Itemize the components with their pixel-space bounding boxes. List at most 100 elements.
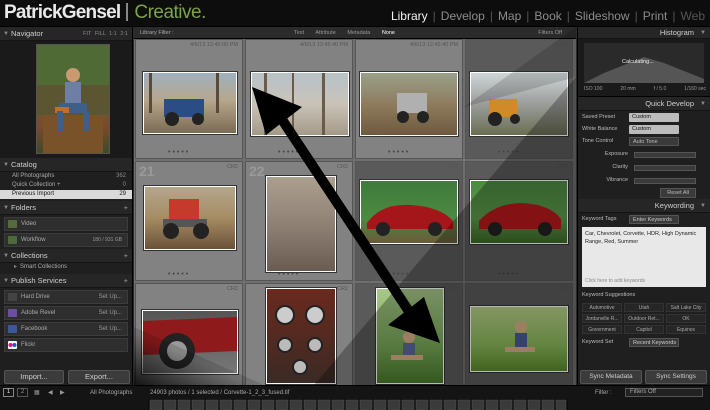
folder-item-label: Video bbox=[21, 221, 37, 227]
publish-item-facebook[interactable]: Facebook Set Up... bbox=[4, 322, 128, 336]
quick-develop-header[interactable]: Quick Develop ▼ bbox=[578, 97, 710, 111]
expand-triangle-icon: ▸ bbox=[14, 264, 18, 270]
publish-item-adobe-revel[interactable]: Adobe Revel Set Up... bbox=[4, 306, 128, 320]
import-button[interactable]: Import... bbox=[4, 370, 64, 384]
keyword-suggestion[interactable]: Outdoor Ret... bbox=[624, 314, 664, 323]
keyword-suggestions-grid: Automotive Utah Salt Lake City Jordanvil… bbox=[582, 303, 706, 334]
keyword-set-dropdown[interactable]: Recent Keywords bbox=[629, 338, 679, 347]
filter-attribute[interactable]: Attribute bbox=[315, 30, 335, 36]
exposure-buttons[interactable] bbox=[634, 152, 696, 158]
auto-tone-button[interactable]: Auto Tone bbox=[629, 137, 679, 146]
add-keywords-field[interactable]: Click here to add keywords bbox=[582, 278, 706, 287]
module-map[interactable]: Map bbox=[493, 9, 526, 23]
catalog-header[interactable]: ▼ Catalog bbox=[0, 158, 132, 172]
module-slideshow[interactable]: Slideshow bbox=[570, 9, 635, 23]
keyword-suggestion[interactable]: OK bbox=[666, 314, 706, 323]
folders-header[interactable]: ▼ Folders + bbox=[0, 201, 132, 215]
filter-none[interactable]: None bbox=[382, 30, 395, 36]
collections-header[interactable]: ▼ Collections + bbox=[0, 249, 132, 263]
publish-setup-link[interactable]: Set Up... bbox=[99, 291, 122, 303]
module-print[interactable]: Print bbox=[638, 9, 673, 23]
folder-item-workflow[interactable]: Workflow 180 / 931 GB bbox=[4, 233, 128, 247]
grid-cell[interactable]: 21 CR2 ••••• bbox=[135, 161, 243, 281]
catalog-item-label: Quick Collection + bbox=[12, 182, 61, 188]
grid-cell[interactable]: 4/6/13 12:45:00 PM ••••• bbox=[135, 39, 243, 159]
navigator-preview[interactable] bbox=[0, 41, 132, 158]
brand-name: PatrickGensel bbox=[4, 2, 121, 23]
cell-info: CR2 bbox=[556, 286, 568, 292]
keyword-suggestion[interactable]: Equinox bbox=[666, 325, 706, 334]
shutter-speed: 1/160 sec bbox=[684, 86, 706, 92]
cell-info: CR2 bbox=[556, 164, 568, 170]
folder-item-video[interactable]: Video bbox=[4, 217, 128, 231]
keyword-suggestion[interactable]: Utah bbox=[624, 303, 664, 312]
add-collection-icon[interactable]: + bbox=[124, 249, 128, 263]
module-web[interactable]: Web bbox=[676, 9, 710, 23]
sync-metadata-button[interactable]: Sync Metadata bbox=[580, 370, 642, 384]
clarity-buttons[interactable] bbox=[634, 165, 696, 171]
white-balance-dropdown[interactable]: Custom bbox=[629, 125, 679, 134]
histogram-header[interactable]: Histogram ▼ bbox=[578, 27, 710, 39]
secondary-window-button[interactable]: 2 bbox=[17, 388, 28, 397]
grid-cell[interactable]: CR2 ••••• bbox=[355, 283, 463, 385]
main-window-button[interactable]: 1 bbox=[3, 388, 14, 397]
publish-setup-link[interactable]: Set Up... bbox=[99, 307, 122, 319]
saved-preset-dropdown[interactable]: Custom bbox=[629, 113, 679, 122]
grid-cell[interactable]: CR2 ••••• bbox=[245, 283, 353, 385]
grid-cell[interactable]: CR2 ••••• bbox=[465, 161, 573, 281]
module-book[interactable]: Book bbox=[529, 9, 566, 23]
publish-item-label: Flickr bbox=[21, 342, 36, 348]
facebook-icon bbox=[8, 325, 17, 333]
filmstrip-thumbnails[interactable] bbox=[148, 399, 568, 410]
add-folder-icon[interactable]: + bbox=[124, 201, 128, 215]
grid-cell[interactable]: CR2 ••••• bbox=[465, 283, 573, 385]
export-button[interactable]: Export... bbox=[68, 370, 130, 384]
histogram-area: Calculating... ISO 100 20 mm f / 5.0 1/1… bbox=[578, 39, 710, 97]
vibrance-buttons[interactable] bbox=[634, 178, 696, 184]
keywording-header[interactable]: Keywording ▼ bbox=[578, 199, 710, 213]
reset-all-button[interactable]: Reset All bbox=[660, 188, 696, 198]
module-develop[interactable]: Develop bbox=[436, 9, 490, 23]
keyword-suggestion[interactable]: Automotive bbox=[582, 303, 622, 312]
grid-cell[interactable]: 4/6/13 12:45:40 PM ••••• bbox=[355, 39, 463, 159]
filters-off-dropdown[interactable]: Filters Off bbox=[538, 27, 562, 39]
cell-info: 4/6/13 12:45:40 PM bbox=[409, 42, 458, 48]
module-library[interactable]: Library bbox=[386, 9, 433, 23]
publish-item-flickr[interactable]: Flickr bbox=[4, 338, 128, 352]
publish-services-header[interactable]: ▼ Publish Services + bbox=[0, 274, 132, 288]
catalog-item-previous-import[interactable]: Previous Import 29 bbox=[0, 190, 132, 199]
thumbnail-corvette-dashboard bbox=[266, 288, 336, 384]
grid-cell[interactable]: 4/6/13 12:45:40 PM ••••• bbox=[245, 39, 353, 159]
sync-settings-button[interactable]: Sync Settings bbox=[645, 370, 707, 384]
grid-view-icon[interactable]: ▦ bbox=[34, 388, 40, 398]
zoom-2-1[interactable]: 2:1 bbox=[120, 31, 128, 37]
catalog-item-quick-collection[interactable]: Quick Collection + 0 bbox=[0, 181, 132, 190]
publish-setup-link[interactable]: Set Up... bbox=[99, 323, 122, 335]
filter-metadata[interactable]: Metadata bbox=[347, 30, 370, 36]
collapse-triangle-icon: ▼ bbox=[3, 278, 9, 284]
catalog-item-all-photographs[interactable]: All Photographs 362 bbox=[0, 172, 132, 181]
filmstrip-source[interactable]: All Photographs bbox=[90, 388, 132, 398]
grid-cell[interactable]: CR2 ••••• bbox=[355, 161, 463, 281]
keyword-suggestion[interactable]: Jordanville R... bbox=[582, 314, 622, 323]
back-arrow-icon[interactable]: ◀ bbox=[48, 388, 53, 398]
identity-plate: PatrickGensel Creative. bbox=[4, 2, 206, 24]
filmstrip-filter-dropdown[interactable]: Filters Off bbox=[625, 388, 703, 397]
add-publish-service-icon[interactable]: + bbox=[124, 274, 128, 288]
collection-item-smart-collections[interactable]: ▸ Smart Collections bbox=[0, 263, 132, 272]
forward-arrow-icon[interactable]: ▶ bbox=[60, 388, 65, 398]
grid-cell[interactable]: CR2 ••••• bbox=[135, 283, 243, 385]
zoom-fill[interactable]: FILL bbox=[95, 31, 106, 37]
grid-cell[interactable]: 22 CR2 ••••• bbox=[245, 161, 353, 281]
keyword-suggestion[interactable]: Government bbox=[582, 325, 622, 334]
keyword-suggestion[interactable]: Salt Lake City bbox=[666, 303, 706, 312]
keyword-tags-dropdown[interactable]: Enter Keywords bbox=[629, 215, 679, 224]
zoom-1-1[interactable]: 1:1 bbox=[109, 31, 117, 37]
grid-cell[interactable]: CR2 ••••• bbox=[465, 39, 573, 159]
zoom-fit[interactable]: FIT bbox=[83, 31, 91, 37]
navigator-header[interactable]: ▼ Navigator FIT FILL 1:1 2:1 bbox=[0, 27, 132, 41]
publish-item-hard-drive[interactable]: Hard Drive Set Up... bbox=[4, 290, 128, 304]
filter-text[interactable]: Text bbox=[294, 30, 304, 36]
keyword-suggestion[interactable]: Capitol bbox=[624, 325, 664, 334]
collapse-triangle-icon: ▼ bbox=[3, 31, 9, 37]
